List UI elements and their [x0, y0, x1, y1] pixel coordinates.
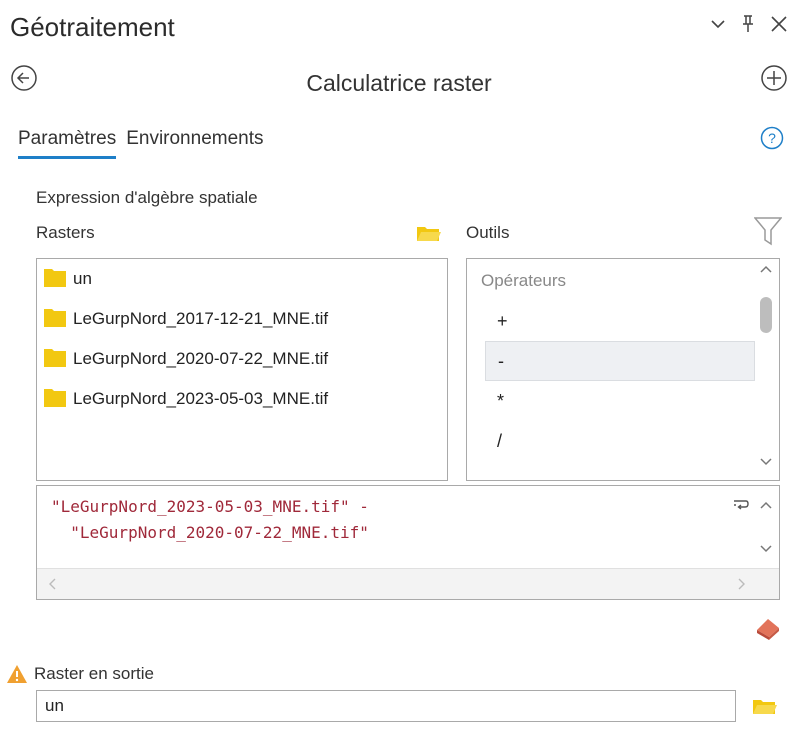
add-circle-icon[interactable]: [760, 64, 788, 97]
output-browse-folder-icon[interactable]: [752, 696, 778, 721]
folder-icon: [43, 346, 67, 373]
list-item-label: LeGurpNord_2023-05-03_MNE.tif: [73, 389, 329, 408]
expression-hscroll[interactable]: [37, 568, 779, 599]
panel-header-icons: [710, 14, 788, 34]
operator-minus[interactable]: -: [485, 341, 755, 381]
expression-vscroll[interactable]: [753, 486, 779, 571]
filter-icon[interactable]: [753, 216, 783, 251]
operator-divide[interactable]: /: [485, 421, 755, 461]
list-item[interactable]: LeGurpNord_2023-05-03_MNE.tif: [37, 379, 447, 419]
tab-parametres[interactable]: Paramètres: [18, 128, 117, 159]
word-wrap-icon[interactable]: [733, 498, 749, 517]
help-icon[interactable]: ?: [760, 126, 784, 155]
operators-header: Opérateurs: [481, 271, 567, 290]
eraser-icon[interactable]: [754, 614, 782, 645]
warning-icon: [6, 664, 28, 689]
list-item[interactable]: LeGurpNord_2020-07-22_MNE.tif: [37, 339, 447, 379]
rasters-list[interactable]: un LeGurpNord_2017-12-21_MNE.tif LeGurpN…: [36, 258, 448, 481]
list-item-label: un: [73, 269, 92, 288]
operators-list[interactable]: Opérateurs + - * /: [466, 258, 780, 481]
list-item-label: LeGurpNord_2017-12-21_MNE.tif: [73, 309, 329, 328]
browse-folder-icon[interactable]: [416, 223, 442, 248]
pin-icon[interactable]: [740, 14, 756, 34]
folder-icon: [43, 386, 67, 413]
panel-title: Géotraitement: [10, 12, 175, 42]
tools-label: Outils: [466, 223, 510, 242]
output-raster-input[interactable]: un: [36, 690, 736, 722]
list-item-label: LeGurpNord_2020-07-22_MNE.tif: [73, 349, 329, 368]
expression-label: Expression d'algèbre spatiale: [36, 188, 258, 207]
folder-icon: [43, 266, 67, 293]
svg-text:?: ?: [768, 130, 776, 146]
operator-multiply[interactable]: *: [485, 381, 755, 421]
tool-name: Calculatrice raster: [306, 70, 492, 96]
operators-scrollbar[interactable]: [753, 259, 779, 480]
tab-bar: Paramètres Environnements: [18, 128, 264, 159]
chevron-down-icon[interactable]: [710, 18, 726, 30]
folder-icon: [43, 306, 67, 333]
output-raster-label: Raster en sortie: [34, 664, 154, 683]
expression-text[interactable]: "LeGurpNord_2023-05-03_MNE.tif" - "LeGur…: [51, 494, 369, 546]
expression-editor[interactable]: "LeGurpNord_2023-05-03_MNE.tif" - "LeGur…: [36, 485, 780, 600]
close-icon[interactable]: [770, 15, 788, 33]
list-item[interactable]: un: [37, 259, 447, 299]
operator-plus[interactable]: +: [485, 301, 755, 341]
rasters-label: Rasters: [36, 223, 95, 242]
tab-environnements[interactable]: Environnements: [126, 128, 263, 159]
list-item[interactable]: LeGurpNord_2017-12-21_MNE.tif: [37, 299, 447, 339]
